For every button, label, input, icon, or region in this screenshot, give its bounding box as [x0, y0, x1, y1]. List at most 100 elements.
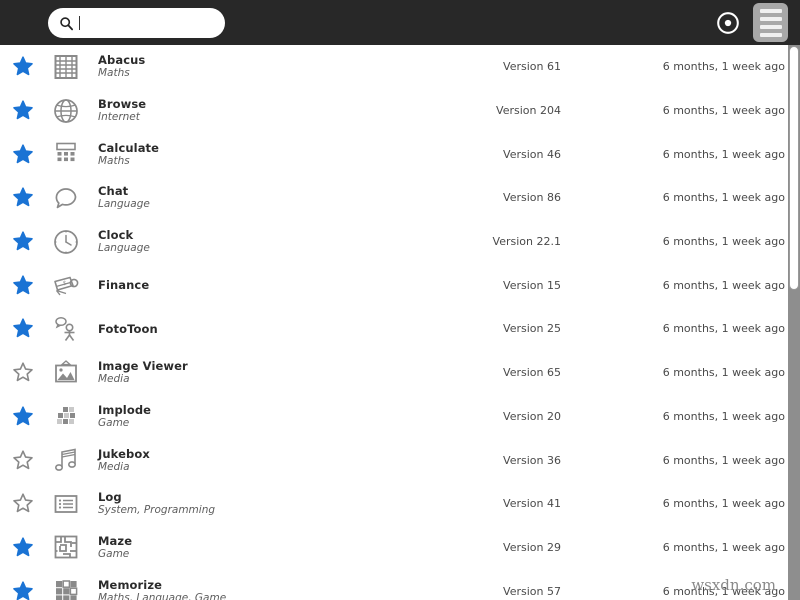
activity-tags: Internet [98, 111, 140, 124]
activity-version: Version 36 [503, 453, 561, 467]
hamburger-menu-icon[interactable] [753, 3, 788, 42]
activity-name-cell: Image Viewer Media [86, 359, 361, 386]
search-box[interactable] [48, 8, 225, 38]
activity-version: Version 57 [503, 584, 561, 598]
activity-title: Implode [98, 402, 152, 417]
activity-title: Finance [98, 278, 150, 293]
activity-date: 6 months, 1 week ago [662, 60, 785, 74]
activity-tags: System, Programming [98, 504, 216, 517]
activity-name-cell: Maze Game [86, 534, 361, 561]
table-row[interactable]: Jukebox Media Version 36 6 months, 1 week a… [0, 438, 789, 482]
table-row[interactable]: Memorize Maths, Language, Game Version 57 6… [0, 569, 789, 600]
fototoon-icon [46, 315, 86, 343]
activity-version: Version 61 [503, 60, 561, 74]
activity-date: 6 months, 1 week ago [662, 584, 785, 598]
activity-title: Maze [98, 533, 133, 548]
favorite-star-filled[interactable] [0, 318, 46, 339]
activity-version: Version 86 [503, 191, 561, 205]
globe-icon [46, 97, 86, 125]
abacus-icon [46, 53, 86, 81]
table-row[interactable]: $ Finance Version 15 6 months, 1 week ago [0, 263, 789, 308]
table-row[interactable]: Log System, Programming Version 41 6 months… [0, 481, 789, 526]
activity-version: Version 46 [503, 147, 561, 161]
activity-date: 6 months, 1 week ago [662, 235, 785, 249]
favorite-star-filled[interactable] [0, 144, 46, 165]
music-note-icon [46, 446, 86, 474]
activity-tags: Game [98, 416, 130, 429]
search-input[interactable] [76, 13, 216, 33]
favorite-star-filled[interactable] [0, 56, 46, 77]
svg-text:$: $ [63, 280, 66, 287]
activity-date: 6 months, 1 week ago [662, 322, 785, 336]
activity-title: Log [98, 490, 122, 505]
table-row[interactable]: Implode Game Version 20 6 months, 1 week ag… [0, 394, 789, 439]
table-row[interactable]: Image Viewer Media Version 65 6 months, 1 w… [0, 350, 789, 395]
speech-bubble-icon [46, 184, 86, 212]
activity-date: 6 months, 1 week ago [662, 497, 785, 511]
blocks-icon [46, 402, 86, 430]
table-row[interactable]: Calculate Maths Version 46 6 months, 1 week… [0, 132, 789, 177]
activity-version: Version 204 [496, 104, 561, 118]
activity-title: Calculate [98, 140, 160, 155]
favorite-star-filled[interactable] [0, 100, 46, 121]
activities-list[interactable]: Abacus Maths Version 61 6 months, 1 week ag… [0, 45, 789, 600]
favorite-star-filled[interactable] [0, 580, 46, 600]
activity-date: 6 months, 1 week ago [662, 147, 785, 161]
favorite-star-filled[interactable] [0, 275, 46, 296]
activity-date: 6 months, 1 week ago [662, 278, 785, 292]
record-circle-icon[interactable] [713, 8, 743, 38]
activity-tags: Maths [98, 67, 130, 80]
menu-line [759, 24, 782, 29]
table-row[interactable]: Browse Internet Version 204 6 months, 1 wee… [0, 88, 789, 133]
clock-icon [46, 228, 86, 256]
activity-version: Version 15 [503, 278, 561, 292]
table-row[interactable]: Clock Language Version 22.1 6 months, 1 wee… [0, 219, 789, 264]
table-row[interactable]: Chat Language Version 86 6 months, 1 week a… [0, 176, 789, 220]
activity-tags: Language [98, 198, 150, 211]
toolbar [0, 0, 800, 45]
maze-icon [46, 533, 86, 561]
activity-version: Version 41 [503, 497, 561, 511]
activity-tags: Game [98, 547, 130, 560]
activity-version: Version 20 [503, 409, 561, 423]
menu-line [759, 8, 782, 13]
activity-name-cell: Chat Language [86, 184, 361, 211]
activity-version: Version 25 [503, 322, 561, 336]
activity-title: Browse [98, 97, 147, 112]
favorite-star-filled[interactable] [0, 231, 46, 252]
activity-date: 6 months, 1 week ago [662, 366, 785, 380]
activity-title: Abacus [98, 53, 146, 68]
favorite-star-filled[interactable] [0, 537, 46, 558]
table-row[interactable]: Maze Game Version 29 6 months, 1 week ago [0, 525, 789, 570]
search-icon [60, 16, 74, 30]
vertical-scrollbar[interactable] [788, 45, 800, 600]
activity-tags: Maths [98, 154, 130, 167]
scrollbar-thumb[interactable] [789, 46, 799, 290]
activity-date: 6 months, 1 week ago [662, 104, 785, 118]
activity-version: Version 29 [503, 540, 561, 554]
favorite-star-outline[interactable] [0, 362, 46, 383]
favorite-star-filled[interactable] [0, 187, 46, 208]
activity-name-cell: Memorize Maths, Language, Game [86, 578, 361, 600]
table-row[interactable]: FotoToon Version 25 6 months, 1 week ago [0, 307, 789, 351]
grid-squares-icon [46, 577, 86, 600]
search-text-caret [79, 16, 80, 30]
table-row[interactable]: Abacus Maths Version 61 6 months, 1 week ag… [0, 45, 789, 89]
activity-title: Image Viewer [98, 359, 188, 374]
activity-title: Chat [98, 184, 129, 199]
favorite-star-outline[interactable] [0, 493, 46, 514]
activity-version: Version 22.1 [492, 235, 561, 249]
activity-date: 6 months, 1 week ago [662, 409, 785, 423]
favorite-star-outline[interactable] [0, 449, 46, 471]
favorite-star-filled[interactable] [0, 406, 46, 427]
picture-frame-icon [46, 359, 86, 387]
menu-line [759, 32, 782, 37]
activity-title: Clock [98, 228, 134, 243]
activity-date: 6 months, 1 week ago [662, 540, 785, 554]
activity-name-cell: Browse Internet [86, 97, 361, 124]
menu-line [759, 16, 782, 21]
activity-tags: Media [98, 373, 130, 386]
activity-name-cell: Jukebox Media [86, 447, 361, 474]
activity-name-cell: Log System, Programming [86, 490, 361, 517]
activity-name-cell: Abacus Maths [86, 53, 361, 80]
